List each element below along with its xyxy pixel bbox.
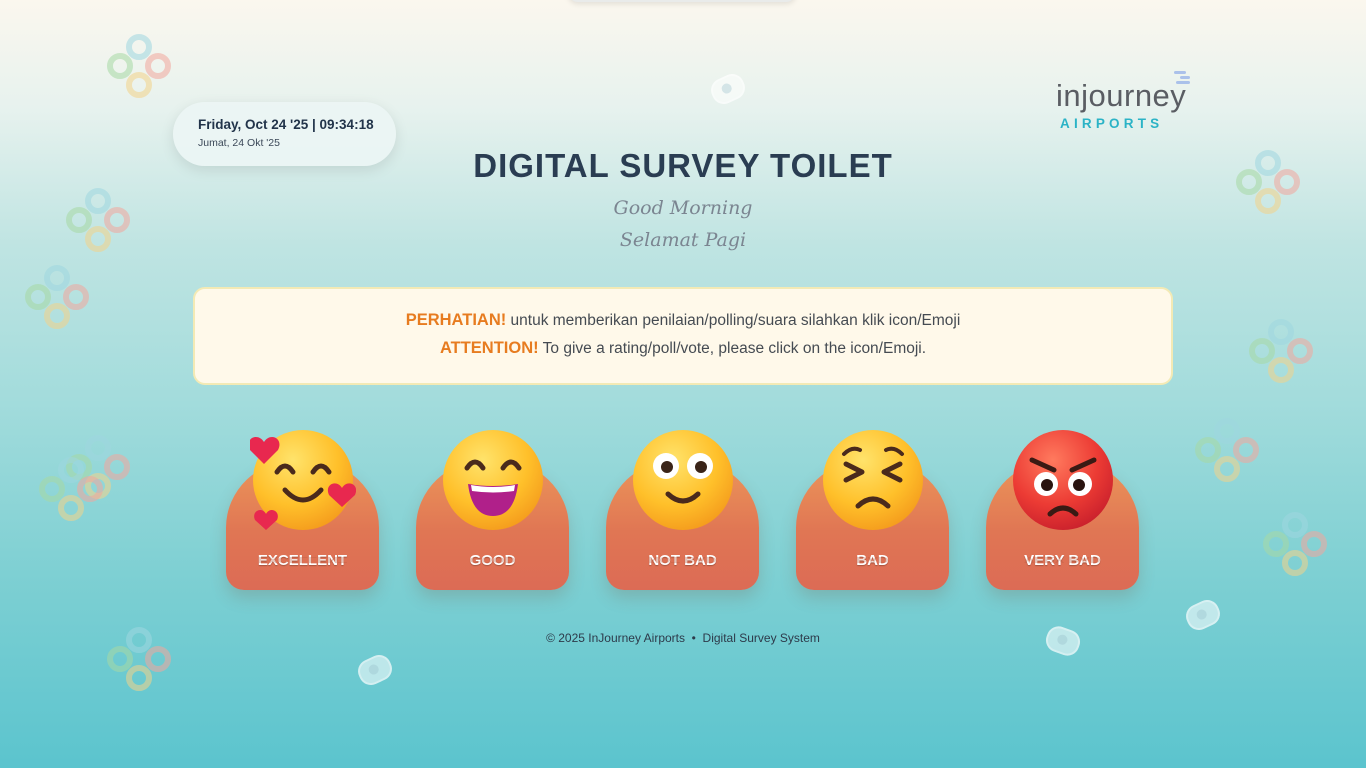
rating-label-reflection: GOOD bbox=[469, 554, 516, 564]
injourney-airports-logo: injourney AIRPORTS bbox=[1056, 71, 1206, 140]
notice-text-id: untuk memberikan penilaian/polling/suara… bbox=[506, 312, 961, 329]
footer-separator: • bbox=[691, 631, 696, 645]
rating-label-reflection: NOT BAD bbox=[648, 554, 717, 564]
slightly-smiling-face-icon bbox=[633, 430, 733, 530]
notice-warning-label-id: PERHATIAN! bbox=[405, 311, 507, 329]
rating-label-reflection: VERY BAD bbox=[1024, 554, 1101, 564]
page-title: DIGITAL SURVEY TOILET bbox=[473, 147, 893, 184]
smiling-face-with-hearts-icon bbox=[250, 430, 356, 530]
notice-warning-label-en: ATTENTION! bbox=[439, 339, 539, 357]
notice-line-id: PERHATIAN! untuk memberikan penilaian/po… bbox=[195, 311, 1171, 330]
decor-ring-icon bbox=[1263, 512, 1327, 576]
decor-ring-icon bbox=[107, 34, 171, 98]
decor-ring-icon bbox=[39, 457, 103, 521]
notice-line-en: ATTENTION! To give a rating/poll/vote, p… bbox=[195, 339, 1171, 358]
datetime-main: Friday, Oct 24 '25 | 09:34:18 bbox=[198, 117, 374, 132]
decor-ring-icon bbox=[1249, 319, 1313, 383]
grinning-face-icon bbox=[443, 430, 543, 530]
logo-subtitle: AIRPORTS bbox=[1060, 116, 1164, 131]
footer-copyright: © 2025 InJourney Airports bbox=[546, 631, 685, 645]
rating-very-bad-button[interactable]: VERY BAD VERY BAD bbox=[986, 430, 1139, 590]
notice-text-en: To give a rating/poll/vote, please click… bbox=[538, 340, 927, 357]
decor-ring-icon bbox=[1195, 418, 1259, 482]
rating-good-button[interactable]: GOOD GOOD bbox=[416, 430, 569, 590]
footer: © 2025 InJourney Airports • Digital Surv… bbox=[0, 631, 1366, 645]
rating-label-reflection: BAD bbox=[856, 554, 889, 564]
angry-face-icon bbox=[1013, 430, 1113, 530]
attention-notice: PERHATIAN! untuk memberikan penilaian/po… bbox=[193, 287, 1173, 385]
logo-bars-icon bbox=[1154, 71, 1194, 87]
rating-excellent-button[interactable]: EXCELLENT EXCELLENT bbox=[226, 430, 379, 590]
toilet-roll-icon bbox=[1182, 596, 1224, 634]
decor-ring-icon bbox=[25, 265, 89, 329]
rating-label-reflection: EXCELLENT bbox=[257, 554, 348, 564]
greeting-id: Selamat Pagi bbox=[619, 229, 747, 251]
toilet-roll-icon bbox=[354, 651, 396, 689]
rating-bad-button[interactable]: BAD BAD bbox=[796, 430, 949, 590]
greeting-en: Good Morning bbox=[613, 197, 753, 219]
footer-system-name: Digital Survey System bbox=[702, 631, 820, 645]
toilet-roll-icon bbox=[707, 70, 749, 108]
top-tab bbox=[568, 0, 796, 2]
persevering-face-icon bbox=[823, 430, 923, 530]
rating-not-bad-button[interactable]: NOT BAD NOT BAD bbox=[606, 430, 759, 590]
